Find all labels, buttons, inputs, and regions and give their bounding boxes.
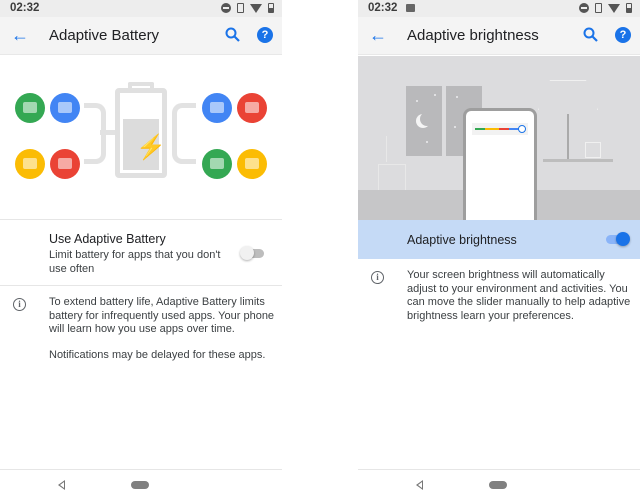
navigation-bar — [358, 469, 640, 500]
image-notification-icon — [406, 4, 415, 12]
nav-home-pill[interactable] — [131, 481, 149, 489]
calendar-icon — [202, 93, 232, 123]
search-icon[interactable] — [582, 26, 600, 44]
dnd-icon — [579, 3, 589, 13]
dnd-icon — [221, 3, 231, 13]
divider — [0, 219, 282, 220]
preference-title: Adaptive brightness — [407, 233, 517, 247]
adaptive-brightness-illustration — [358, 56, 640, 220]
battery-icon — [626, 3, 632, 13]
email-icon — [50, 93, 80, 123]
page-title: Adaptive brightness — [407, 27, 539, 44]
lamp-pole — [567, 114, 569, 159]
wifi-icon — [250, 3, 262, 13]
search-icon[interactable] — [224, 26, 242, 44]
navigation-bar — [0, 469, 282, 500]
adaptive-brightness-preference[interactable]: Adaptive brightness — [358, 220, 640, 259]
nav-back-icon[interactable] — [416, 480, 423, 490]
video-icon — [237, 93, 267, 123]
fitness-icon — [50, 149, 80, 179]
adaptive-battery-illustration: ⚡ — [0, 56, 282, 216]
work-icon — [15, 149, 45, 179]
star — [426, 141, 428, 143]
info-note: Notifications may be delayed for these a… — [49, 349, 266, 361]
phone-graphic — [463, 108, 537, 220]
window-left — [406, 86, 442, 156]
lamp-shade — [538, 80, 598, 110]
app-toolbar: ← Adaptive Battery ? — [0, 17, 282, 55]
messages-icon — [15, 93, 45, 123]
page-title: Adaptive Battery — [49, 27, 160, 44]
info-icon: i — [371, 271, 384, 284]
preference-title: Use Adaptive Battery — [49, 232, 166, 246]
adaptive-brightness-screen: 02:32 ← Adaptive brightness ? Adaptive b… — [358, 0, 640, 500]
battery-graphic: ⚡ — [115, 88, 167, 178]
nav-back-icon[interactable] — [58, 480, 65, 490]
nav-home-pill[interactable] — [489, 481, 507, 489]
info-icon: i — [13, 298, 26, 311]
slider-thumb — [517, 125, 526, 133]
side-table — [378, 164, 406, 190]
info-description: Your screen brightness will automaticall… — [407, 269, 631, 322]
info-description: To extend battery life, Adaptive Battery… — [49, 296, 275, 335]
brightness-slider-graphic — [472, 123, 528, 135]
slider-segment-yellow — [485, 128, 499, 130]
arrow-back-icon[interactable]: ← — [10, 25, 30, 45]
status-time: 02:32 — [10, 2, 40, 14]
adaptive-battery-toggle[interactable] — [240, 246, 266, 260]
status-bar: 02:32 — [0, 0, 282, 17]
star — [456, 96, 458, 98]
bolt-icon: ⚡ — [136, 134, 166, 161]
glass — [585, 142, 601, 158]
connector-line — [84, 130, 106, 164]
table — [543, 159, 613, 162]
moon-icon — [420, 112, 434, 126]
help-icon[interactable]: ? — [257, 27, 273, 43]
vibrate-icon — [237, 3, 244, 13]
wifi-icon — [608, 3, 620, 13]
slider-segment-green — [475, 128, 485, 130]
plant — [386, 136, 400, 162]
status-time: 02:32 — [368, 2, 398, 14]
maps-icon — [202, 149, 232, 179]
adaptive-battery-screen: 02:32 ← Adaptive Battery ? ⚡ Use Adaptiv… — [0, 0, 282, 500]
divider — [0, 285, 282, 286]
preference-summary: Limit battery for apps that you don't us… — [49, 249, 221, 275]
battery-icon — [268, 3, 274, 13]
star — [454, 126, 456, 128]
arrow-back-icon[interactable]: ← — [368, 25, 388, 45]
ticket-icon — [237, 149, 267, 179]
app-toolbar: ← Adaptive brightness ? — [358, 17, 640, 55]
star — [416, 100, 418, 102]
connector-line — [172, 130, 196, 164]
connector-line — [100, 130, 115, 135]
adaptive-brightness-toggle[interactable] — [604, 232, 630, 246]
status-bar: 02:32 — [358, 0, 640, 17]
star — [434, 94, 436, 96]
slider-segment-red — [499, 128, 509, 130]
help-icon[interactable]: ? — [615, 27, 631, 43]
vibrate-icon — [595, 3, 602, 13]
